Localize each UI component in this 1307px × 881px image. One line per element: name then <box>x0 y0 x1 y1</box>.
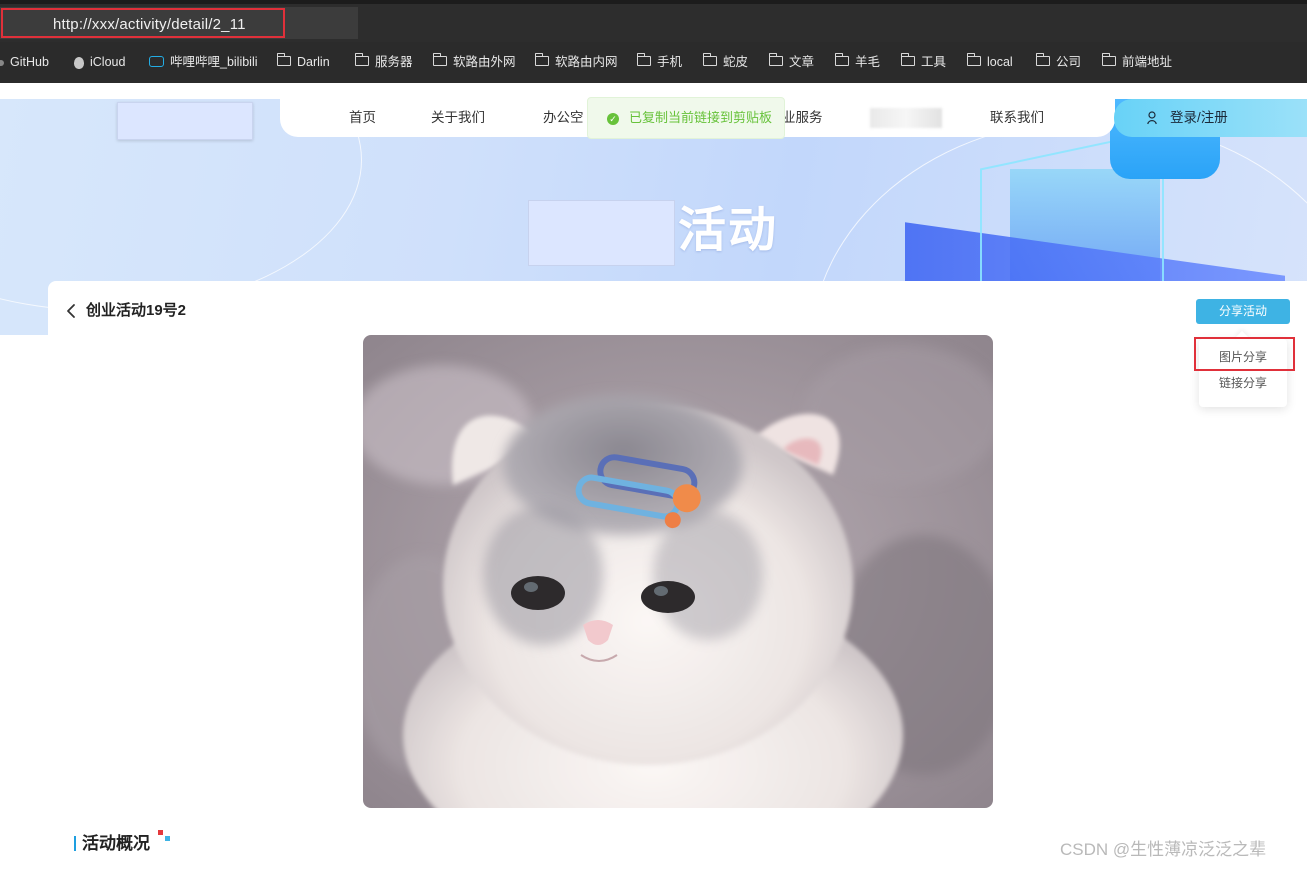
folder-icon <box>768 53 783 67</box>
watermark: CSDN @生性薄凉泛泛之辈 <box>1060 840 1267 859</box>
bookmark-tools[interactable]: 工具 <box>900 42 946 83</box>
nav-item-about[interactable]: 关于我们 <box>431 99 485 137</box>
folder-icon <box>1035 53 1050 67</box>
check-circle-icon: ✓ <box>607 113 619 125</box>
bookmark-phone[interactable]: 手机 <box>636 42 682 83</box>
folder-icon <box>534 53 549 67</box>
nav-item-contact[interactable]: 联系我们 <box>990 99 1044 137</box>
folder-icon <box>354 53 369 67</box>
share-activity-button[interactable]: 分享活动 <box>1196 299 1290 324</box>
nav-item-services[interactable]: 业服务 <box>782 99 823 137</box>
section-accent-bar <box>74 836 76 851</box>
nav-item-blurred[interactable] <box>870 108 942 128</box>
nav-item-office[interactable]: 办公空 <box>543 99 584 137</box>
back-arrow-icon[interactable] <box>66 303 76 319</box>
section-deco-square <box>158 830 163 835</box>
activity-cover-image <box>363 335 993 808</box>
bilibili-icon <box>149 56 164 68</box>
login-register-label: 登录/注册 <box>1170 110 1228 125</box>
folder-icon <box>432 53 447 67</box>
login-register-button[interactable]: 登录/注册 <box>1114 99 1307 137</box>
bookmark-bilibili[interactable]: 哔哩哔哩_bilibili <box>149 42 258 83</box>
folder-icon <box>834 53 849 67</box>
section-title: 活动概况 <box>82 834 150 853</box>
bookmark-articles[interactable]: 文章 <box>768 42 814 83</box>
activity-title: 创业活动19号2 <box>86 302 187 319</box>
bookmark-servers[interactable]: 服务器 <box>354 42 413 83</box>
menu-item-link-share[interactable]: 链接分享 <box>1199 370 1287 396</box>
bookmark-shepi[interactable]: 蛇皮 <box>702 42 748 83</box>
bookmark-github[interactable]: GitHub <box>0 42 49 83</box>
image-share-highlight-box <box>1194 337 1295 371</box>
folder-icon <box>966 53 981 67</box>
copy-success-toast: ✓ 已复制当前链接到剪贴板 <box>587 97 785 139</box>
address-bar-row: http://xxx/activity/detail/2_11 <box>0 4 1307 42</box>
apple-icon <box>74 56 84 69</box>
kitten-photo <box>363 335 993 808</box>
bookmark-local[interactable]: local <box>966 42 1013 83</box>
user-icon <box>1147 111 1157 125</box>
bookmark-router-lan[interactable]: 软路由内网 <box>534 42 618 83</box>
github-icon <box>0 59 4 66</box>
bookmarks-bar: GitHub iCloud 哔哩哔哩_bilibili Darlin 服务器 软… <box>0 42 1307 83</box>
folder-icon <box>276 53 291 67</box>
folder-icon <box>702 53 717 67</box>
banner-title-placeholder <box>528 200 675 266</box>
folder-icon <box>636 53 651 67</box>
folder-icon <box>900 53 915 67</box>
url-highlight-box: http://xxx/activity/detail/2_11 <box>1 8 285 38</box>
bookmark-company[interactable]: 公司 <box>1035 42 1081 83</box>
folder-icon <box>1101 53 1116 67</box>
bookmark-frontend[interactable]: 前端地址 <box>1101 42 1172 83</box>
toast-message: 已复制当前链接到剪贴板 <box>629 110 773 125</box>
url-text[interactable]: http://xxx/activity/detail/2_11 <box>53 10 246 40</box>
site-logo-placeholder[interactable] <box>117 102 253 140</box>
nav-item-home[interactable]: 首页 <box>349 99 376 137</box>
bookmark-wool[interactable]: 羊毛 <box>834 42 880 83</box>
section-deco-square <box>165 836 170 841</box>
bookmark-router-wan[interactable]: 软路由外网 <box>432 42 516 83</box>
bookmark-darlin[interactable]: Darlin <box>276 42 330 83</box>
banner-title: 活动 <box>678 204 779 257</box>
bookmark-icloud[interactable]: iCloud <box>74 42 125 83</box>
